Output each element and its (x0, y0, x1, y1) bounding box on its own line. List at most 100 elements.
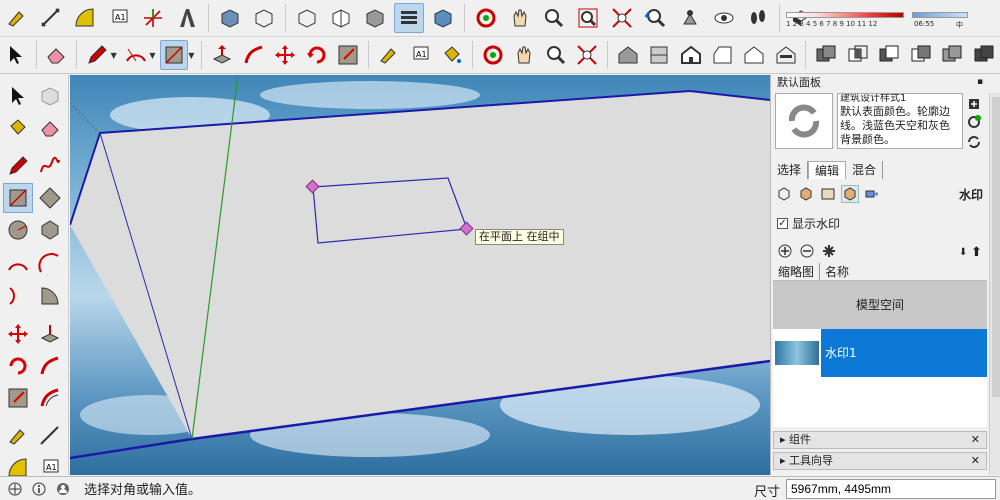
text-icon[interactable]: A1 (407, 40, 435, 70)
position-camera-icon[interactable] (675, 3, 705, 33)
tape-measure-icon[interactable] (375, 40, 403, 70)
checkbox-box[interactable]: ✓ (777, 218, 788, 229)
rotate-icon[interactable] (3, 351, 33, 381)
pencil-icon[interactable] (3, 151, 33, 181)
remove-watermark-icon[interactable] (799, 243, 815, 259)
pan-icon[interactable] (505, 3, 535, 33)
eraser-icon[interactable] (43, 40, 71, 70)
create-style-icon[interactable] (965, 113, 983, 131)
make-component-icon[interactable] (35, 81, 65, 111)
orbit-icon[interactable] (471, 3, 501, 33)
xray-icon[interactable] (292, 3, 322, 33)
three-point-arc-icon[interactable] (3, 281, 33, 311)
view-back-house-icon[interactable] (740, 40, 768, 70)
show-watermark-checkbox[interactable]: ✓ 显示水印 (777, 215, 840, 232)
two-point-arc-icon[interactable] (35, 249, 65, 279)
tape-measure-icon[interactable] (2, 3, 32, 33)
scale-icon[interactable] (3, 383, 33, 413)
paint-bucket-icon[interactable] (3, 113, 33, 143)
textured-icon[interactable] (428, 3, 458, 33)
dropdown-arrow-icon[interactable]: ▼ (111, 51, 117, 60)
circle-icon[interactable] (3, 215, 33, 245)
look-around-icon[interactable] (709, 3, 739, 33)
view-iso-house-icon[interactable] (614, 40, 642, 70)
shadow-time-slider[interactable]: 06:55 中 (912, 10, 970, 32)
add-watermark-icon[interactable] (777, 243, 793, 259)
panel-scrollbar[interactable] (989, 93, 1000, 475)
face-settings-icon[interactable] (797, 185, 815, 203)
zoom-extents-icon[interactable] (574, 40, 602, 70)
pie-icon[interactable] (35, 281, 65, 311)
geo-location-icon[interactable] (6, 480, 24, 498)
style-description-box[interactable]: 建筑设计样式1 默认表面颜色。轮廓边线。浅蓝色天空和灰色背景颜色。 (837, 93, 963, 149)
pan-icon[interactable] (510, 40, 538, 70)
view-front-house-icon[interactable] (677, 40, 705, 70)
tab-mix[interactable]: 混合 (846, 161, 884, 179)
rotate-icon[interactable] (303, 40, 331, 70)
arc-icon[interactable] (3, 249, 33, 279)
subtract-icon[interactable] (876, 40, 904, 70)
user-icon[interactable] (54, 480, 72, 498)
intersect-icon[interactable] (844, 40, 872, 70)
offset-icon[interactable] (35, 383, 65, 413)
zoom-window-icon[interactable] (573, 3, 603, 33)
tape-measure-icon[interactable] (3, 421, 33, 451)
dimension-icon[interactable] (35, 421, 65, 451)
polygon-icon[interactable] (35, 215, 65, 245)
axes-icon[interactable] (138, 3, 168, 33)
list-item-model-space[interactable]: 模型空间 (773, 281, 987, 329)
instructor-section[interactable]: ▸ 工具向导 ✕ (773, 452, 987, 470)
info-icon[interactable] (30, 480, 48, 498)
view-right-house-icon[interactable] (709, 40, 737, 70)
tab-select[interactable]: 选择 (771, 161, 809, 179)
view-left-house-icon[interactable] (772, 40, 800, 70)
model-viewport[interactable]: 在平面上 在组中 (70, 75, 770, 475)
tab-edit[interactable]: 编辑 (808, 161, 847, 179)
3d-text-icon[interactable] (172, 3, 202, 33)
follow-me-icon[interactable] (35, 351, 65, 381)
view-top-house-icon[interactable] (646, 40, 674, 70)
zoom-icon[interactable] (542, 40, 570, 70)
style-details-icon[interactable] (965, 95, 983, 113)
paint-bucket-icon[interactable] (438, 40, 466, 70)
close-icon[interactable]: ✕ (971, 453, 980, 469)
freehand-icon[interactable] (35, 151, 65, 181)
shaded-icon[interactable] (394, 3, 424, 33)
arc-icon[interactable] (122, 40, 150, 70)
wireframe-icon[interactable] (326, 3, 356, 33)
rectangle-icon[interactable] (3, 183, 33, 213)
select-icon[interactable] (3, 81, 33, 111)
follow-me-icon[interactable] (240, 40, 268, 70)
outer-shell-icon[interactable] (970, 40, 998, 70)
rotated-rectangle-icon[interactable] (35, 183, 65, 213)
scale-icon[interactable] (335, 40, 363, 70)
select-icon[interactable] (2, 40, 30, 70)
split-icon[interactable] (939, 40, 967, 70)
push-pull-icon[interactable] (35, 319, 65, 349)
watermark-settings-icon[interactable] (841, 185, 859, 203)
list-item-watermark[interactable]: 水印1 (773, 329, 987, 377)
background-settings-icon[interactable] (819, 185, 837, 203)
eraser-icon[interactable] (35, 113, 65, 143)
top-view-icon[interactable] (249, 3, 279, 33)
iso-view-icon[interactable] (215, 3, 245, 33)
zoom-icon[interactable] (539, 3, 569, 33)
measurements-input[interactable] (786, 479, 996, 499)
pin-icon[interactable]: ▪ (977, 77, 983, 87)
text-icon[interactable]: A1 (104, 3, 134, 33)
zoom-extents-icon[interactable] (607, 3, 637, 33)
shadow-month-slider[interactable]: 1 2 3 4 5 6 7 8 9 10 11 12 (786, 10, 906, 32)
dropdown-arrow-icon[interactable]: ▼ (149, 51, 155, 60)
move-icon[interactable] (271, 40, 299, 70)
edge-settings-icon[interactable] (775, 185, 793, 203)
move-icon[interactable] (3, 319, 33, 349)
dropdown-arrow-icon[interactable]: ▼ (188, 51, 194, 60)
trim-icon[interactable] (907, 40, 935, 70)
move-down-icon[interactable]: ⬇ (959, 247, 967, 258)
move-up-icon[interactable]: ⬆ (971, 245, 982, 260)
previous-view-icon[interactable] (641, 3, 671, 33)
union-icon[interactable] (812, 40, 840, 70)
orbit-icon[interactable] (479, 40, 507, 70)
hidden-line-icon[interactable] (360, 3, 390, 33)
modeling-settings-icon[interactable] (863, 185, 881, 203)
